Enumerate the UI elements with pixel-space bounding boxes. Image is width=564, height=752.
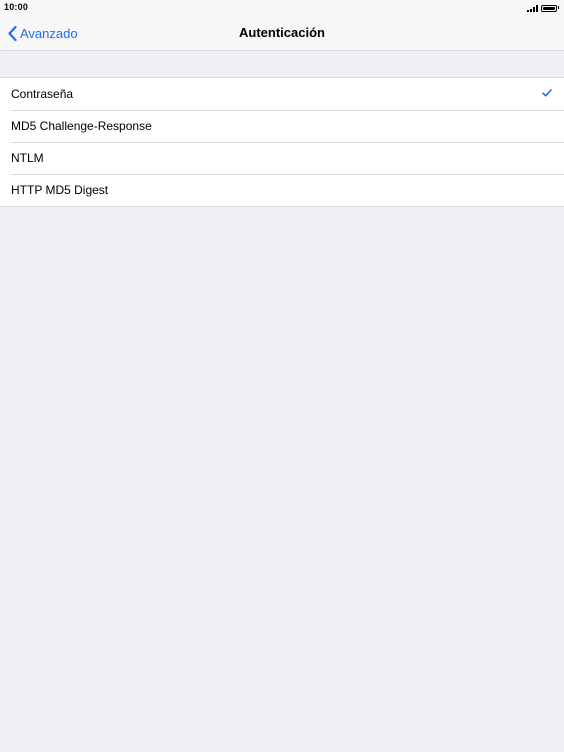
authentication-options-list: Contraseña MD5 Challenge-Response NTLM H…	[0, 77, 564, 207]
battery-icon	[540, 5, 557, 12]
list-item-ntlm[interactable]: NTLM	[0, 142, 564, 174]
list-item-label: HTTP MD5 Digest	[11, 183, 109, 197]
page-title: Autenticación	[239, 25, 325, 40]
status-indicators	[526, 3, 559, 12]
checkmark-icon	[542, 89, 552, 97]
navigation-bar: Avanzado Autenticación	[0, 15, 564, 51]
battery-tip	[557, 6, 559, 9]
list-item-label: Contraseña	[11, 87, 74, 101]
list-item-md5-challenge-response[interactable]: MD5 Challenge-Response	[0, 110, 564, 142]
list-item-contrasena[interactable]: Contraseña	[0, 78, 564, 110]
status-bar: 10:00	[0, 0, 564, 15]
list-item-http-md5-digest[interactable]: HTTP MD5 Digest	[0, 174, 564, 206]
signal-bars-icon	[526, 5, 538, 12]
list-item-label: MD5 Challenge-Response	[11, 119, 152, 133]
status-time: 10:00	[4, 2, 29, 12]
list-item-label: NTLM	[11, 151, 44, 165]
